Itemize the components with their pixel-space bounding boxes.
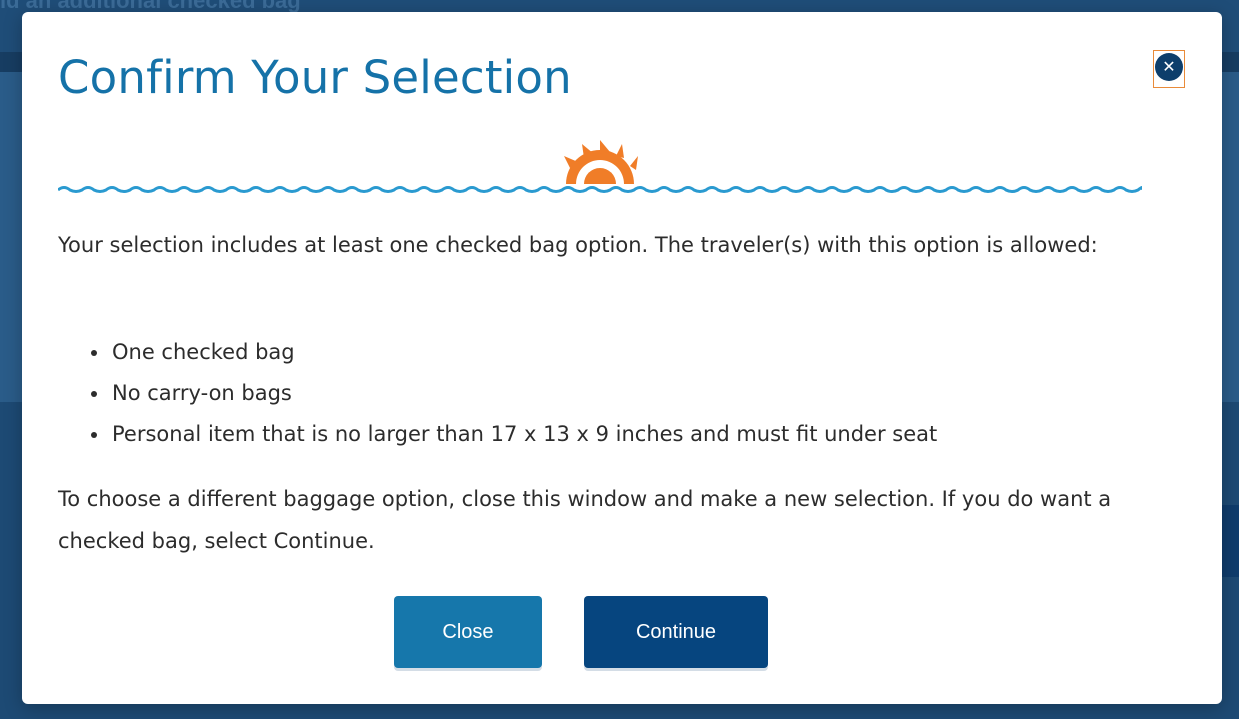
wave-line: [58, 186, 1142, 193]
close-dialog-button[interactable]: ✕: [1153, 50, 1185, 88]
continue-button[interactable]: Continue: [584, 596, 768, 668]
allowance-list: One checked bag No carry-on bags Persona…: [92, 332, 937, 455]
allowance-item: No carry-on bags: [110, 373, 937, 414]
confirm-selection-dialog: Confirm Your Selection ✕ Your selection …: [22, 12, 1222, 704]
change-instructions: To choose a different baggage option, cl…: [58, 487, 1112, 553]
selection-notice: Your selection includes at least one che…: [58, 233, 1098, 257]
wave-sun-divider: [58, 140, 1142, 193]
background-button: [1222, 505, 1239, 577]
allowance-item: Personal item that is no larger than 17 …: [110, 414, 937, 455]
allowance-item: One checked bag: [110, 332, 937, 373]
sun-icon: [564, 140, 638, 184]
close-button[interactable]: Close: [394, 596, 542, 668]
dialog-title: Confirm Your Selection: [58, 51, 572, 104]
close-icon: ✕: [1155, 53, 1183, 81]
